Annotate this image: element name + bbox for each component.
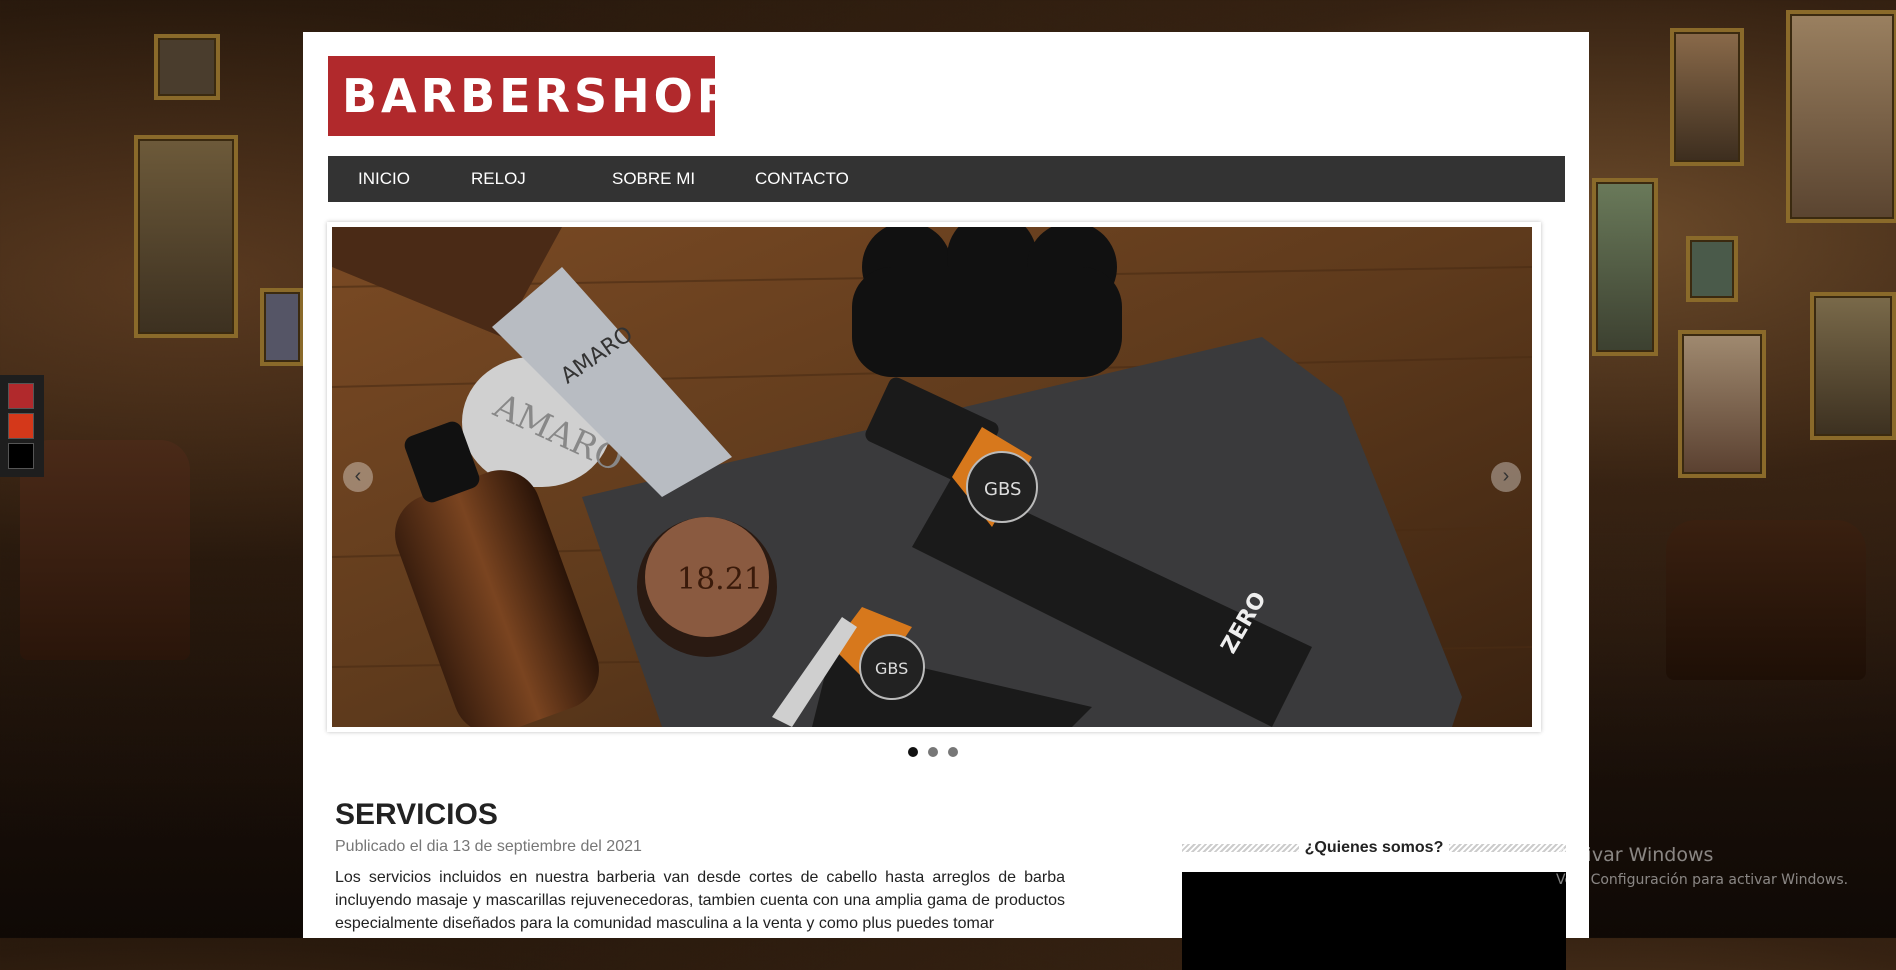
leather-armchair <box>1666 520 1866 680</box>
wall-picture <box>1670 28 1744 166</box>
wall-picture <box>1592 178 1658 356</box>
nav-item-sobre-mi[interactable]: SOBRE MI <box>612 156 695 202</box>
color-swatch-black[interactable] <box>8 443 34 469</box>
image-slider: AMARO AMARO 18.21 GBS ZERO GBS <box>327 222 1541 732</box>
slide-product-label: GBS <box>875 659 908 678</box>
watermark-subtitle: Ve a Configuración para activar Windows. <box>1556 872 1849 888</box>
main-page: BARBERSHOP INICIO RELOJ SOBRE MI CONTACT… <box>303 32 1589 938</box>
slider-dot-2[interactable] <box>928 747 938 757</box>
nav-item-contacto[interactable]: CONTACTO <box>755 156 849 202</box>
wall-picture <box>154 34 220 100</box>
color-swatch-orange[interactable] <box>8 413 34 439</box>
portrait-painting <box>134 135 238 338</box>
chevron-right-icon: › <box>1502 465 1510 487</box>
nav-item-inicio[interactable]: INICIO <box>358 156 410 202</box>
wall-picture <box>1686 236 1738 302</box>
slider-next-button[interactable]: › <box>1491 462 1521 492</box>
slide-product-label: 18.21 <box>677 562 763 597</box>
mona-lisa-painting <box>1810 292 1896 440</box>
nav-item-reloj[interactable]: RELOJ <box>471 156 526 202</box>
slider-dot-1[interactable] <box>908 747 918 757</box>
color-switcher <box>0 375 44 477</box>
leather-armchair <box>20 440 190 660</box>
site-logo[interactable]: BARBERSHOP <box>328 56 730 136</box>
slider-prev-button[interactable]: ‹ <box>343 462 373 492</box>
windows-activation-watermark: Activar Windows Ve a Configuración para … <box>1556 844 1848 888</box>
main-navigation: INICIO RELOJ SOBRE MI CONTACTO <box>328 156 1565 202</box>
portrait-painting <box>1786 10 1896 223</box>
watermark-title: Activar Windows <box>1556 844 1714 866</box>
color-swatch-red[interactable] <box>8 383 34 409</box>
chevron-left-icon: ‹ <box>354 465 362 487</box>
wall-picture <box>260 288 304 366</box>
slider-dot-3[interactable] <box>948 747 958 757</box>
slide-image: AMARO AMARO 18.21 GBS ZERO GBS <box>332 227 1532 727</box>
wall-picture <box>1678 330 1766 478</box>
slide-product-label: GBS <box>984 479 1021 500</box>
